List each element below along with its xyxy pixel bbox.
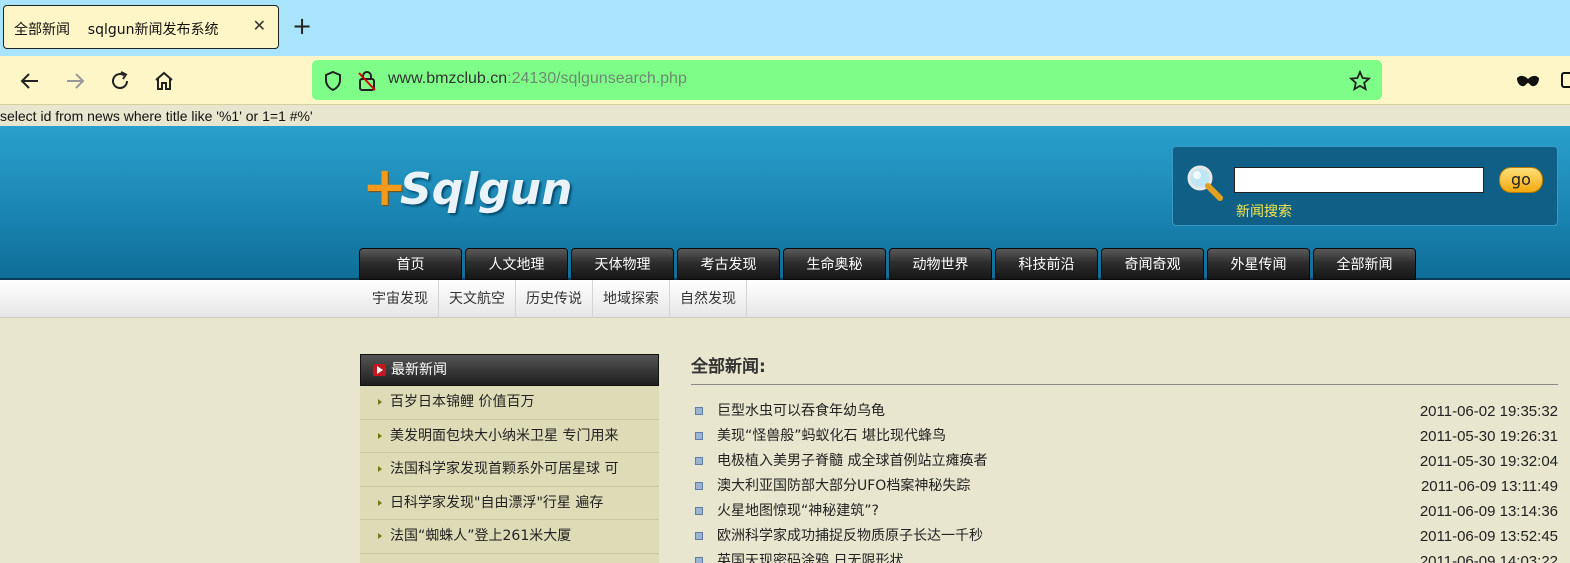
news-title-link[interactable]: 英国天现密码涂鸦 日无限形状: [717, 549, 903, 563]
nav-item[interactable]: 人文地理: [465, 248, 568, 280]
news-title-link[interactable]: 澳大利亚国防部大部分UFO档案神秘失踪: [717, 474, 970, 499]
sidebar-news-link[interactable]: 法国科学家发现首颗系外可居星球 可: [360, 453, 659, 487]
bullet-icon: [695, 482, 703, 490]
bullet-icon: [695, 407, 703, 415]
news-row[interactable]: 澳大利亚国防部大部分UFO档案神秘失踪 2011-06-09 13:11:49: [691, 474, 1558, 499]
nav-item[interactable]: 科技前沿: [995, 248, 1098, 280]
sql-debug-text: select id from news where title like '%1…: [0, 108, 313, 124]
home-icon[interactable]: [151, 68, 177, 94]
tab-close-icon[interactable]: ✕: [253, 16, 266, 35]
browser-navbar: www.bmzclub.cn:24130/sqlgunsearch.php: [0, 56, 1570, 105]
news-date: 2011-06-09 14:03:22: [1419, 553, 1558, 563]
sidebar-title: 最新新闻: [391, 362, 447, 378]
reload-icon[interactable]: [107, 68, 133, 94]
magnifier-icon: [1185, 163, 1225, 207]
address-bar[interactable]: www.bmzclub.cn:24130/sqlgunsearch.php: [312, 60, 1382, 100]
subnav-item[interactable]: 历史传说: [516, 280, 593, 318]
sidebar-news-link[interactable]: …: [360, 554, 659, 563]
url-text[interactable]: www.bmzclub.cn:24130/sqlgunsearch.php: [388, 70, 687, 88]
bullet-icon: [695, 532, 703, 540]
subnav-item[interactable]: 地域探索: [593, 280, 670, 318]
search-panel: go 新闻搜索: [1172, 146, 1558, 226]
nav-item[interactable]: 奇闻奇观: [1101, 248, 1204, 280]
news-date: 2011-06-09 13:52:45: [1419, 528, 1558, 545]
private-mask-icon[interactable]: [1516, 72, 1540, 93]
sidebar-news-link[interactable]: 美发明面包块大小纳米卫星 专门用来: [360, 420, 659, 454]
news-row[interactable]: 巨型水虫可以吞食年幼乌龟 2011-06-02 19:35:32: [691, 399, 1558, 424]
news-row[interactable]: 欧洲科学家成功捕捉反物质原子长达一千秒 2011-06-09 13:52:45: [691, 524, 1558, 549]
nav-item[interactable]: 首页: [359, 248, 462, 280]
sub-nav: 宇宙发现 天文航空 历史传说 地域探索 自然发现: [0, 280, 1570, 318]
news-title-link[interactable]: 火星地图惊现“神秘建筑”?: [717, 499, 879, 524]
news-row[interactable]: 英国天现密码涂鸦 日无限形状 2011-06-09 14:03:22: [691, 549, 1558, 563]
nav-item[interactable]: 生命奥秘: [783, 248, 886, 280]
back-icon[interactable]: [17, 68, 43, 94]
latest-news-sidebar: 最新新闻 百岁日本锦鲤 价值百万 美发明面包块大小纳米卫星 专门用来 法国科学家…: [360, 354, 659, 563]
nav-item[interactable]: 天体物理: [571, 248, 674, 280]
bullet-icon: [695, 557, 703, 563]
nav-item[interactable]: 全部新闻: [1313, 248, 1416, 280]
bullet-icon: [695, 507, 703, 515]
bookmark-star-icon[interactable]: [1348, 69, 1372, 92]
sidebar-news-link[interactable]: 百岁日本锦鲤 价值百万: [360, 386, 659, 420]
nav-item[interactable]: 动物世界: [889, 248, 992, 280]
news-date: 2011-06-09 13:11:49: [1420, 478, 1558, 495]
news-date: 2011-05-30 19:26:31: [1419, 428, 1558, 445]
play-icon: [373, 364, 386, 376]
news-title-link[interactable]: 巨型水虫可以吞食年幼乌龟: [717, 399, 885, 424]
search-go-button[interactable]: go: [1499, 167, 1543, 193]
sidebar-header: 最新新闻: [360, 354, 659, 386]
search-label[interactable]: 新闻搜索: [1236, 201, 1292, 221]
subnav-item[interactable]: 天文航空: [439, 280, 516, 318]
sidebar-news-link[interactable]: 法国“蜘蛛人”登上261米大厦: [360, 520, 659, 554]
sidebar-news-link[interactable]: 日科学家发现"自由漂浮"行星 遍存: [360, 487, 659, 521]
main-nav: 首页 人文地理 天体物理 考古发现 生命奥秘 动物世界 科技前沿 奇闻奇观 外星…: [359, 248, 1419, 280]
shield-icon[interactable]: [322, 70, 344, 92]
subnav-item[interactable]: 宇宙发现: [362, 280, 439, 318]
browser-tab-active[interactable]: 全部新闻 sqlgun新闻发布系统 ✕: [3, 5, 279, 49]
insecure-lock-icon[interactable]: [356, 70, 378, 92]
news-title-link[interactable]: 美现“怪兽般”蚂蚁化石 堪比现代蜂鸟: [717, 424, 946, 449]
nav-item[interactable]: 考古发现: [677, 248, 780, 280]
page-title: 全部新闻:: [691, 357, 766, 377]
news-row[interactable]: 火星地图惊现“神秘建筑”? 2011-06-09 13:14:36: [691, 499, 1558, 524]
nav-item[interactable]: 外星传闻: [1207, 248, 1310, 280]
bullet-icon: [695, 432, 703, 440]
forward-icon[interactable]: [62, 68, 88, 94]
news-row[interactable]: 电极植入美男子脊髓 成全球首例站立瘫痪者 2011-05-30 19:32:04: [691, 449, 1558, 474]
browser-tabbar: 全部新闻 sqlgun新闻发布系统 ✕ +: [0, 0, 1570, 56]
news-title-link[interactable]: 电极植入美男子脊髓 成全球首例站立瘫痪者: [717, 449, 987, 474]
tab-title: 全部新闻 sqlgun新闻发布系统: [14, 22, 219, 38]
new-tab-button[interactable]: +: [292, 13, 312, 39]
logo-text: Sqlgun: [400, 164, 573, 215]
extensions-icon[interactable]: [1560, 70, 1570, 95]
news-row[interactable]: 美现“怪兽般”蚂蚁化石 堪比现代蜂鸟 2011-05-30 19:26:31: [691, 424, 1558, 449]
site-header: + Sqlgun go 新闻搜索 首页 人文地理 天体物理 考古发现 生命奥秘 …: [0, 126, 1570, 280]
bullet-icon: [695, 457, 703, 465]
subnav-item[interactable]: 自然发现: [670, 280, 747, 318]
news-date: 2011-06-02 19:35:32: [1419, 403, 1558, 420]
all-news-panel: 全部新闻: 巨型水虫可以吞食年幼乌龟 2011-06-02 19:35:32 美…: [691, 354, 1558, 563]
news-date: 2011-05-30 19:32:04: [1419, 453, 1558, 470]
news-date: 2011-06-09 13:14:36: [1419, 503, 1558, 520]
divider: [691, 384, 1558, 385]
search-input[interactable]: [1234, 167, 1484, 193]
news-title-link[interactable]: 欧洲科学家成功捕捉反物质原子长达一千秒: [717, 524, 983, 549]
